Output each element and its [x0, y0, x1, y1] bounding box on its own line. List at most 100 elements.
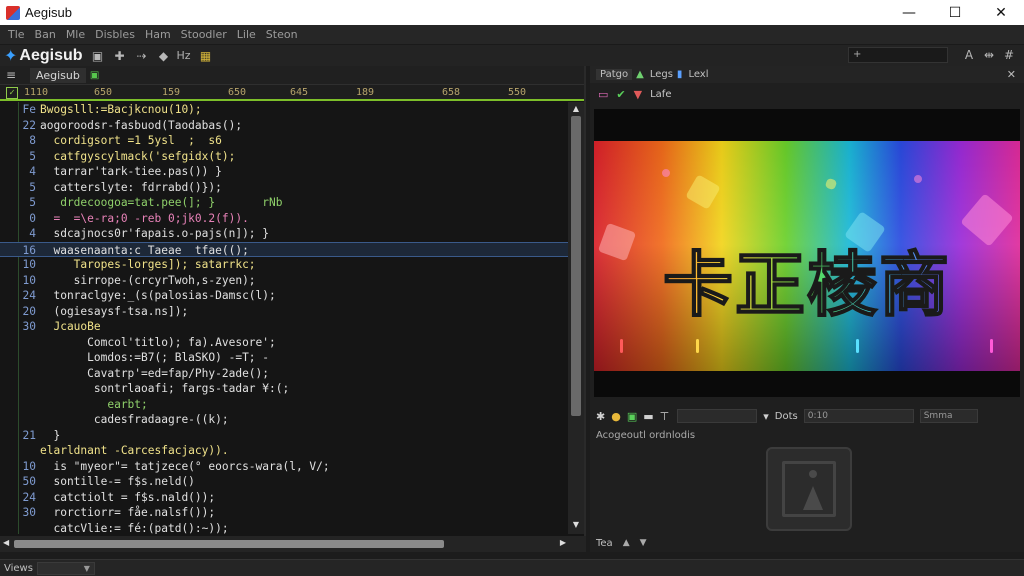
- menu-icon[interactable]: ≡: [6, 68, 22, 82]
- gear-icon[interactable]: ✱: [596, 410, 605, 423]
- tab-lexl[interactable]: Lexl: [688, 69, 708, 80]
- script-editor-pane: ≡ Aegisub ▣ ✓ 1110 650 159 650 645 189 6…: [0, 66, 586, 552]
- check-icon[interactable]: ✔: [616, 88, 625, 101]
- tab-page[interactable]: Patgo: [596, 69, 633, 80]
- play-icon[interactable]: ⊤: [660, 410, 670, 423]
- menu-item-file[interactable]: Tle: [8, 28, 25, 41]
- code-line[interactable]: catcVlie:= fé:(patd():~));: [0, 521, 568, 535]
- line-text: Cavatrp'=ed=fap/Phy-2ade();: [40, 366, 270, 380]
- ruler-tick: 1110: [24, 87, 49, 98]
- scroll-right-icon[interactable]: ▶: [560, 538, 566, 547]
- code-line[interactable]: 5 drdecoogoa=tat.pee(]; } rNb: [0, 195, 568, 211]
- menu-item-edit[interactable]: Ban: [35, 28, 56, 41]
- menu-item-view[interactable]: Mle: [66, 28, 85, 41]
- video-preview[interactable]: 卡正棱商: [594, 109, 1020, 397]
- code-line[interactable]: 20 (ogiesaysf-tsa.ns]);: [0, 304, 568, 320]
- ruler-tick: 550: [508, 87, 527, 98]
- code-line[interactable]: Fe Bwogslll:=Bacjkcnou(10);: [0, 102, 568, 118]
- toolbar-right: + A ⇹ #: [848, 47, 1016, 63]
- tab-aegisub[interactable]: Aegisub: [30, 67, 86, 83]
- line-number: 4: [29, 165, 36, 178]
- code-line[interactable]: 10 Taropes-lorges]); satarrkc;: [0, 257, 568, 273]
- audio-icon[interactable]: ◆: [157, 49, 171, 63]
- line-number: 30: [22, 320, 36, 333]
- record-icon[interactable]: ●: [611, 410, 621, 423]
- save-icon[interactable]: ▣: [91, 49, 105, 63]
- bottom-label: Tea: [596, 537, 613, 549]
- scrollbar-thumb[interactable]: [571, 116, 581, 416]
- zoom-combo[interactable]: [677, 409, 758, 423]
- hz-label[interactable]: Hz: [177, 49, 191, 62]
- grid-icon[interactable]: #: [1002, 48, 1016, 62]
- code-line[interactable]: elarldnant -Carcesfacjacy)).: [0, 443, 568, 459]
- code-line[interactable]: Comcol'titlo); fa).Avesore';: [0, 335, 568, 351]
- dots-label: Dots: [774, 410, 798, 422]
- scroll-down-icon[interactable]: ▼: [568, 520, 584, 532]
- line-text: drdecoogoa=tat.pee(]; } rNb: [40, 196, 283, 209]
- window-controls: — ☐ ✕: [886, 0, 1024, 25]
- redo-icon[interactable]: ⇢: [135, 49, 149, 63]
- code-line[interactable]: earbt;: [0, 397, 568, 413]
- menu-item-video[interactable]: Stoodler: [181, 28, 227, 41]
- font-icon[interactable]: A: [962, 48, 976, 62]
- close-button[interactable]: ✕: [978, 0, 1024, 25]
- code-line[interactable]: 24 tonraclgye:_(s(palosias-Damsc(l);: [0, 288, 568, 304]
- scrollbar-thumb[interactable]: [14, 540, 444, 548]
- code-line[interactable]: 4 tarrar'tark-tiee.pas()) }: [0, 164, 568, 180]
- code-line[interactable]: 16 waasenaanta:c Taeae tfae(();: [0, 241, 568, 257]
- code-line[interactable]: 8 cordigsort =1 5ysl ; s6: [0, 133, 568, 149]
- line-text: aogoroodsr-fasbuod(Taodabas();: [40, 118, 243, 132]
- code-line[interactable]: 0 = =\e-ra;0 -reb 0;jk0.2(f)).: [0, 211, 568, 227]
- split-icon[interactable]: ⇹: [982, 48, 996, 62]
- minimize-button[interactable]: —: [886, 0, 932, 25]
- code-line[interactable]: sontrlaoafi; fargs-tadar ¥:(;: [0, 381, 568, 397]
- check-icon[interactable]: ✓: [6, 87, 18, 99]
- code-line[interactable]: 5 catfgyscylmack('sefgidx(t);: [0, 149, 568, 165]
- placeholder-frame: [782, 461, 836, 517]
- menu-item-timing[interactable]: Ham: [145, 28, 171, 41]
- nav-down-icon[interactable]: ▼: [640, 538, 647, 548]
- code-area[interactable]: Fe Bwogslll:=Bacjkcnou(10); 22 aogoroodsr-f…: [0, 102, 568, 534]
- views-combo[interactable]: ▼: [36, 561, 95, 575]
- search-input[interactable]: +: [848, 47, 948, 63]
- video-icon[interactable]: ▦: [199, 49, 213, 63]
- code-line[interactable]: 30 JcauoBe: [0, 319, 568, 335]
- stop-icon[interactable]: ▬: [643, 410, 653, 423]
- menu-item-audio[interactable]: Lile: [237, 28, 256, 41]
- picture-placeholder-icon: [766, 447, 852, 531]
- code-line[interactable]: Lomdos:=B7(; BlaSKO) -=T; -: [0, 350, 568, 366]
- add-icon[interactable]: ✚: [113, 49, 127, 63]
- code-line[interactable]: 21 }: [0, 428, 568, 444]
- code-line[interactable]: Cavatrp'=ed=fap/Phy-2ade();: [0, 366, 568, 382]
- nav-up-icon[interactable]: ▲: [623, 538, 630, 548]
- line-number: Fe: [22, 103, 36, 116]
- vertical-scrollbar[interactable]: ▲ ▼: [568, 102, 584, 534]
- code-line[interactable]: 30 rorctiorr= fåe.nalsf());: [0, 505, 568, 521]
- tab-legs[interactable]: Legs: [650, 69, 673, 80]
- filter-icon[interactable]: ▼: [634, 88, 642, 101]
- menu-item-help[interactable]: Steon: [266, 28, 298, 41]
- placeholder-sun: [809, 470, 817, 478]
- code-line[interactable]: 4 sdcajnocs0r'fapais.o-pajs(n]); }: [0, 226, 568, 242]
- line-number: 10: [22, 258, 36, 271]
- scroll-left-icon[interactable]: ◀: [3, 538, 9, 547]
- folder-icon[interactable]: ▭: [598, 88, 608, 101]
- menu-item-subtitle[interactable]: Disbles: [95, 28, 135, 41]
- scroll-up-icon[interactable]: ▲: [568, 104, 584, 116]
- code-line[interactable]: 10 is "myeor"= tatjzece(° eoorcs-wara(l,…: [0, 459, 568, 475]
- mode-select[interactable]: Smma: [919, 409, 978, 423]
- code-line[interactable]: 22 aogoroodsr-fasbuod(Taodabas();: [0, 118, 568, 134]
- horizontal-scrollbar[interactable]: ◀ ▶: [0, 536, 586, 552]
- code-line[interactable]: 50 sontille-= f$s.neld(): [0, 474, 568, 490]
- time-field[interactable]: 0:10: [803, 409, 914, 423]
- code-line[interactable]: 5 catterslyte: fdrrabd()});: [0, 180, 568, 196]
- line-text: is "myeor"= tatjzece(° eoorcs-wara(l, V/…: [40, 459, 330, 473]
- maximize-button[interactable]: ☐: [932, 0, 978, 25]
- frame-icon[interactable]: ▣: [627, 410, 637, 423]
- close-icon[interactable]: ✕: [1007, 68, 1016, 81]
- chevron-down-icon[interactable]: ▾: [763, 410, 769, 423]
- code-line[interactable]: cadesfradaagre-((k);: [0, 412, 568, 428]
- code-line[interactable]: 10 sirrope-(crcyrTwoh,s-zyen);: [0, 273, 568, 289]
- code-line[interactable]: 24 catctiolt = f$s.nald());: [0, 490, 568, 506]
- line-text: Comcol'titlo); fa).Avesore';: [40, 335, 276, 349]
